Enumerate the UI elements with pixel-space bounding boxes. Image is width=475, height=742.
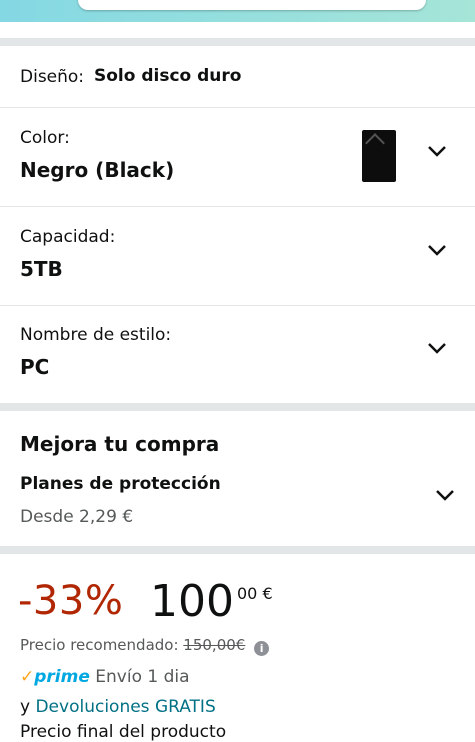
rrp-value: 150,00€ bbox=[183, 636, 246, 654]
chevron-down-icon[interactable] bbox=[435, 488, 455, 502]
color-label: Color: bbox=[20, 128, 70, 148]
color-value: Negro (Black) bbox=[20, 158, 175, 182]
prime-logo: prime bbox=[34, 667, 90, 687]
design-label: Diseño: bbox=[20, 67, 85, 87]
color-option-row[interactable]: Color: Negro (Black) bbox=[0, 108, 475, 206]
price-fraction: 00 € bbox=[237, 584, 273, 603]
protection-plans-price: Desde 2,29 € bbox=[20, 507, 134, 527]
capacity-value: 5TB bbox=[20, 257, 63, 281]
style-label: Nombre de estilo: bbox=[20, 325, 172, 345]
search-box[interactable] bbox=[78, 0, 426, 10]
section-divider bbox=[0, 38, 475, 46]
chevron-down-icon[interactable] bbox=[427, 243, 447, 257]
product-thumbnail-image[interactable] bbox=[362, 130, 396, 182]
top-header-bar bbox=[0, 0, 475, 22]
returns-prefix: y bbox=[20, 697, 31, 717]
style-value: PC bbox=[20, 355, 50, 379]
free-returns-link[interactable]: Devoluciones GRATIS bbox=[35, 697, 215, 717]
prime-delivery-line: ✓prime Envío 1 dia bbox=[20, 667, 190, 687]
section-divider bbox=[0, 546, 475, 554]
discount-percentage: -33% bbox=[18, 578, 124, 624]
final-price-text: Precio final del producto bbox=[20, 722, 227, 742]
chevron-down-icon[interactable] bbox=[427, 144, 447, 158]
prime-check-icon: ✓ bbox=[20, 667, 35, 687]
upgrade-section-title: Mejora tu compra bbox=[20, 432, 220, 456]
style-option-row[interactable]: Nombre de estilo: PC bbox=[0, 306, 475, 403]
chevron-down-icon[interactable] bbox=[427, 341, 447, 355]
price-whole: 100 bbox=[150, 576, 234, 627]
protection-plans-title: Planes de protección bbox=[20, 474, 221, 494]
capacity-option-row[interactable]: Capacidad: 5TB bbox=[0, 207, 475, 305]
rrp-label: Precio recomendado: bbox=[20, 636, 179, 654]
protection-plans-row[interactable]: Planes de protección Desde 2,29 € bbox=[0, 468, 475, 540]
shipping-text: Envío 1 dia bbox=[95, 667, 190, 687]
design-value: Solo disco duro bbox=[94, 66, 242, 86]
returns-line: y Devoluciones GRATIS bbox=[20, 697, 216, 717]
design-option-row: Diseño: Solo disco duro bbox=[0, 46, 475, 107]
capacity-label: Capacidad: bbox=[20, 227, 116, 247]
section-divider bbox=[0, 403, 475, 411]
info-icon[interactable]: i bbox=[254, 641, 270, 656]
recommended-price-line: Precio recomendado: 150,00€ i bbox=[20, 636, 270, 656]
